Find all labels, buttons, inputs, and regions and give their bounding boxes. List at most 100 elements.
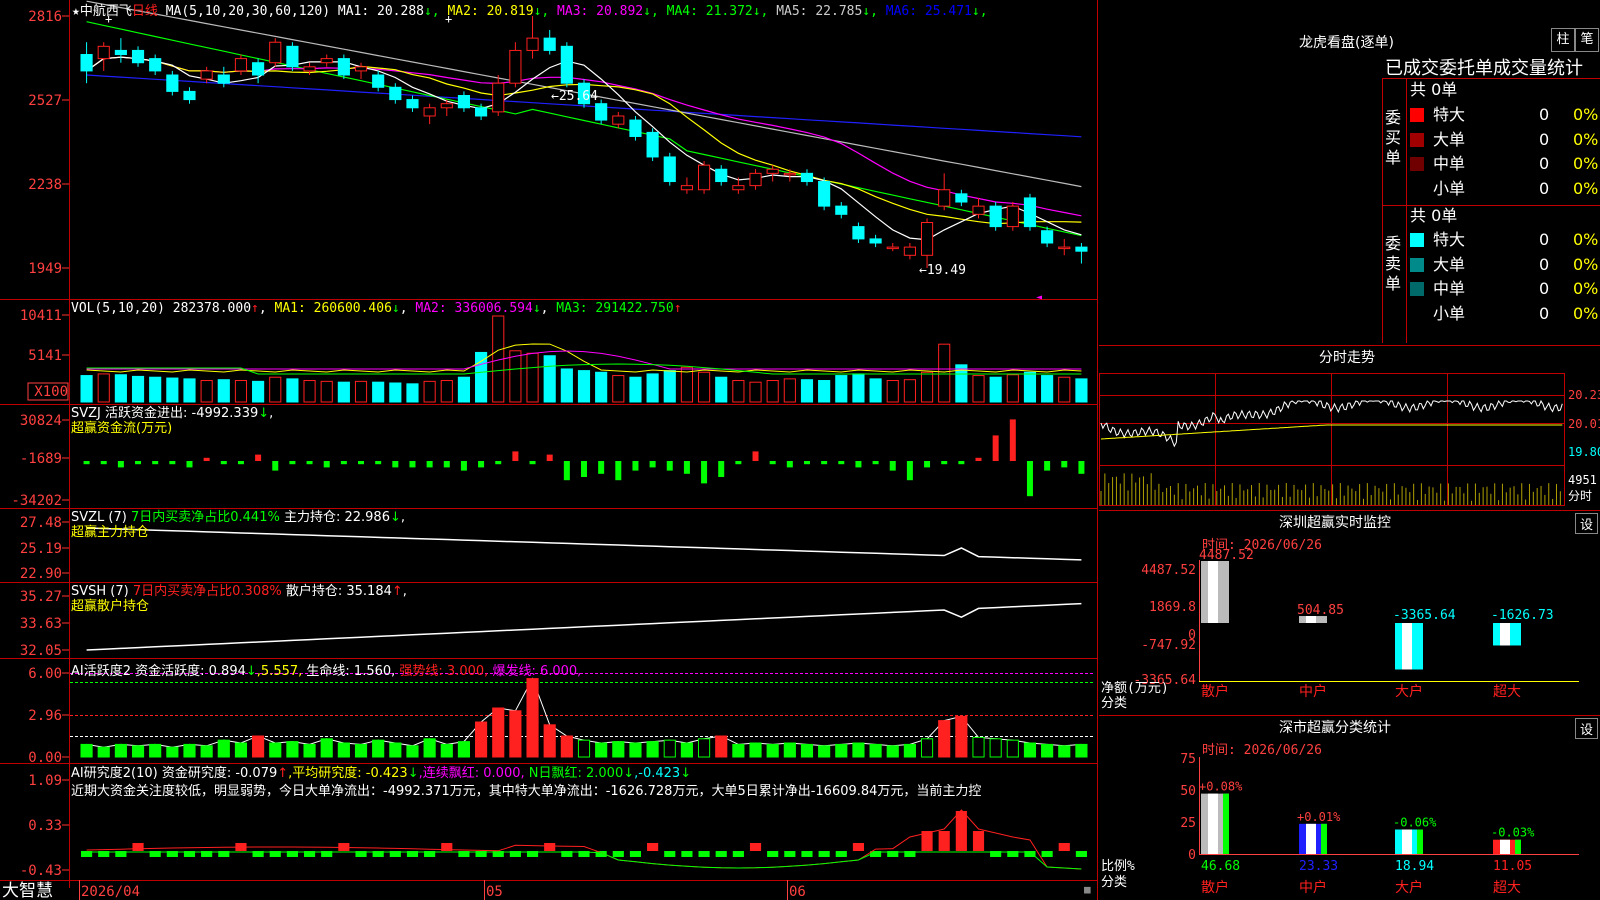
candle-body	[406, 99, 419, 109]
lock-icon: ■	[1084, 883, 1091, 896]
svzj-bar	[718, 461, 725, 477]
ai1-bar	[337, 742, 350, 758]
svzj-value: SVZJ 活跃资金进出: -4992.339	[71, 406, 259, 421]
classify-title: 深市超赢分类统计	[1279, 719, 1391, 736]
candle-body	[423, 107, 436, 117]
svzj-bar	[443, 461, 450, 468]
arrow-down-icon: ↓,	[423, 4, 440, 19]
ai2-avg: ,平均研究度: -0.423	[288, 766, 408, 781]
svzj-bar	[289, 461, 296, 465]
ai1-value: 资金活跃度: 0.894	[135, 664, 246, 679]
candle-body	[1006, 205, 1019, 228]
classify-value-label: 11.05	[1493, 859, 1532, 874]
arrow-down-icon: ↓	[680, 766, 692, 781]
svzj-bar	[889, 461, 896, 471]
svzj-bar	[649, 461, 656, 468]
ma-values: MA1: 20.288↓, MA2: 20.819↓, MA3: 20.892↓…	[338, 4, 988, 19]
row-name: 大单	[1433, 129, 1466, 149]
monitor-bar-2	[1395, 623, 1423, 670]
period-label[interactable]: 日线	[132, 4, 158, 19]
classify-bars: +0.08% 46.68 散户 +0.01% 23.33 中户 -0.06% 18.94 大户 -…	[1199, 780, 1535, 896]
candle-body	[938, 189, 951, 207]
ai2-bar	[732, 851, 744, 857]
svzj-bar	[100, 461, 107, 465]
svzj-bar	[495, 461, 502, 465]
ai1-bar	[869, 743, 882, 758]
svzl-axis: 27.48 25.19 22.90	[20, 515, 62, 582]
ai2-note: 近期大资金关注度较低，明显弱势，今日大单净流出：-4992.371万元，其中特大…	[71, 784, 982, 799]
volume-bar	[354, 380, 368, 403]
svzj-bar	[924, 461, 931, 468]
ai2-bar	[818, 851, 830, 857]
svsh-sep: ,	[402, 584, 407, 599]
volume-bar	[320, 380, 333, 403]
classify-bar-0	[1201, 793, 1229, 854]
ai1-bar	[612, 741, 625, 758]
volume-bar	[646, 373, 659, 403]
classify-change-label: -0.06%	[1393, 816, 1437, 830]
volume-bar	[749, 381, 762, 403]
arrow-up-icon: ↑	[391, 584, 403, 599]
svzj-bar	[838, 461, 845, 465]
color-swatch	[1410, 132, 1424, 147]
ai1-bar	[234, 742, 248, 758]
candle-body	[783, 172, 796, 176]
axis-ticks	[62, 15, 69, 871]
volume-header: VOL(5,10,20) 282378.000↑, MA1: 260600.40…	[71, 301, 682, 316]
classify-settings-button[interactable]: 设	[1575, 718, 1598, 739]
cursor-marker: ◄	[1036, 292, 1042, 303]
vol-spec: VOL(5,10,20)	[71, 301, 165, 316]
stock-name[interactable]: 中航西飞	[80, 4, 132, 19]
volume-bar	[183, 378, 196, 403]
candle-body	[989, 205, 1002, 228]
ai2-bar	[784, 851, 796, 857]
tick-mode-button[interactable]: 笔	[1575, 28, 1599, 52]
ma-label-2: MA2: 20.819	[439, 4, 534, 19]
svzl-tick: 27.48	[20, 515, 62, 531]
classify-category-label: 超大	[1493, 880, 1521, 896]
color-swatch	[1410, 108, 1424, 122]
classify-change-label: +0.01%	[1297, 810, 1341, 824]
arrow-down-icon: ↓	[407, 766, 419, 781]
volume-bar	[286, 378, 299, 403]
monitor-settings-button[interactable]: 设	[1575, 513, 1598, 534]
volume-bar	[389, 382, 402, 403]
intraday-panel[interactable]: 分时走势 20.23 20.01 19.80 4951 分时	[1099, 345, 1600, 510]
intraday-vol: 4951	[1568, 473, 1597, 487]
volume-bar	[166, 377, 179, 403]
row-percent: 0%	[1573, 178, 1599, 198]
arrow-down-icon: ↓	[532, 301, 541, 316]
row-value: 0	[1539, 105, 1550, 124]
longhu-tabs[interactable]: 已成交委托单成交量统计	[1385, 54, 1583, 80]
volume-bar	[457, 376, 471, 403]
monitor-bar-3	[1493, 623, 1521, 646]
star-icon[interactable]: ★	[72, 4, 80, 19]
monitor-bar-highlight	[1402, 623, 1412, 670]
svzj-bar	[855, 461, 862, 468]
candle-body	[955, 193, 968, 203]
volume-unit: X100	[34, 384, 68, 400]
svzj-bar	[152, 461, 159, 465]
ai1-bar	[646, 741, 659, 758]
ai1-tick: 0.00	[28, 750, 62, 766]
ai2-bar	[698, 851, 710, 857]
sell-label: 委卖单	[1385, 234, 1402, 293]
ai1-tick: 2.96	[28, 708, 62, 724]
volume-bar	[766, 380, 779, 403]
price-axis: 2816 2527 2238 1949	[28, 9, 62, 277]
volume-bar	[406, 383, 419, 403]
ai1-bar	[217, 739, 230, 758]
ai2-bar	[681, 851, 693, 857]
ai1-value2: ,5.557,	[256, 664, 303, 679]
bar-mode-button[interactable]: 柱	[1551, 28, 1575, 52]
classify-bar-edge	[1223, 793, 1229, 854]
volume-bar	[835, 375, 848, 403]
svzj-bar	[598, 461, 605, 474]
intraday-tick: 20.01	[1568, 417, 1600, 431]
ai2-bar	[664, 851, 676, 857]
svzl-title: 超赢主力持仓	[71, 525, 150, 540]
ai1-bar	[131, 745, 145, 758]
price-pane	[80, 0, 1088, 268]
volume-bar	[697, 371, 711, 403]
intraday-axis: 20.23 20.01 19.80 4951 分时	[1568, 388, 1600, 503]
